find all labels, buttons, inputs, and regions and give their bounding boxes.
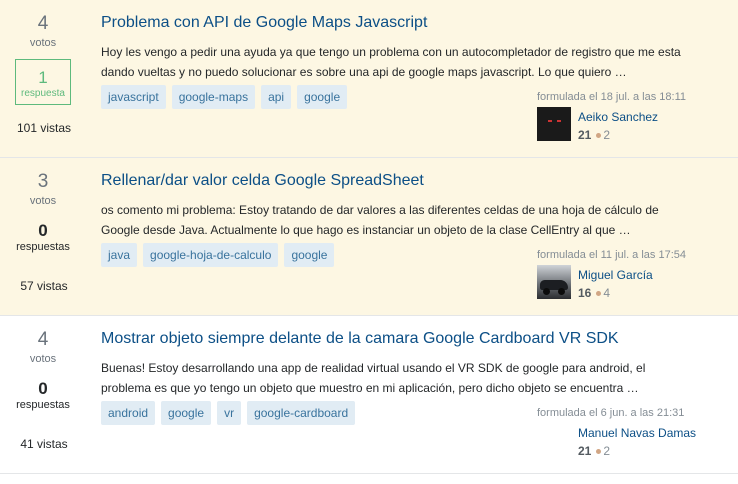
answer-count: 0: [38, 221, 48, 240]
bronze-badge-icon: [596, 448, 602, 454]
vote-label: votos: [29, 353, 57, 365]
tag-android[interactable]: android: [101, 401, 156, 425]
excerpt-line: problema es que yo tengo un objeto que m…: [101, 381, 639, 395]
bronze-badge-count: 2: [603, 128, 611, 142]
question-summary: 3 votos 0 respuestas 57 vistas Rellenar/…: [0, 158, 738, 316]
question-title-link[interactable]: Rellenar/dar valor celda Google SpreadSh…: [101, 172, 424, 190]
asked-info: formulada el 11 jul. a las 17:54 Miguel …: [537, 249, 727, 300]
user-reputation: 21 2: [578, 444, 610, 458]
bronze-badge-count: 2: [603, 444, 611, 458]
view-count: 57 vistas: [20, 279, 68, 293]
bronze-badge-count: 4: [603, 286, 611, 300]
user-reputation: 21 2: [578, 128, 610, 142]
vote-label: votos: [29, 195, 57, 207]
asked-timestamp: formulada el 18 jul. a las 18:11: [537, 91, 686, 103]
asked-info: formulada el 18 jul. a las 18:11 Aeiko S…: [537, 91, 727, 142]
excerpt-line: Hoy les vengo a pedir una ayuda ya que t…: [101, 45, 681, 59]
user-card: Miguel García 16 4: [537, 265, 737, 300]
question-summary: 4 votos 0 respuestas 41 vistas Mostrar o…: [0, 316, 738, 474]
reputation-score: 21: [578, 444, 592, 458]
question-excerpt: Buenas! Estoy desarrollando una app de r…: [101, 358, 713, 398]
reputation-score: 16: [578, 286, 592, 300]
vote-count: 4: [37, 329, 49, 350]
excerpt-line: dando vueltas y no puedo solucionar es s…: [101, 65, 627, 79]
tag-java[interactable]: java: [101, 243, 138, 267]
answer-count-box: 1 respuesta: [15, 59, 71, 105]
view-count: 101 vistas: [16, 121, 72, 135]
question-excerpt: Hoy les vengo a pedir una ayuda ya que t…: [101, 42, 713, 82]
vote-count: 3: [37, 171, 49, 192]
tag-google[interactable]: google: [284, 243, 335, 267]
tag-list: javascript google-maps api google: [101, 85, 348, 109]
tag-api[interactable]: api: [261, 85, 292, 109]
reputation-score: 21: [578, 128, 592, 142]
excerpt-line: Google desde Java. Actualmente lo que ha…: [101, 223, 631, 237]
answer-count-box: 0 respuestas: [0, 379, 86, 412]
view-count: 41 vistas: [20, 437, 68, 451]
answer-label: respuestas: [16, 399, 70, 411]
answer-label: respuesta: [21, 88, 65, 99]
tag-google-hoja-de-calculo[interactable]: google-hoja-de-calculo: [143, 243, 279, 267]
answer-count: 1: [38, 68, 48, 87]
tag-vr[interactable]: vr: [217, 401, 242, 425]
user-card: Aeiko Sanchez 21 2: [537, 107, 737, 142]
bronze-badge-icon: [596, 290, 602, 296]
answer-label: respuestas: [16, 241, 70, 253]
tag-google[interactable]: google: [297, 85, 348, 109]
avatar[interactable]: [537, 107, 571, 141]
question-summary: 4 votos 1 respuesta 101 vistas Problema …: [0, 0, 738, 158]
bronze-badge-icon: [596, 132, 602, 138]
tag-list: java google-hoja-de-calculo google: [101, 243, 335, 267]
excerpt-line: os comento mi problema: Estoy tratando d…: [101, 203, 659, 217]
answer-count: 0: [38, 379, 48, 398]
user-card: Manuel Navas Damas 21 2: [537, 423, 737, 458]
question-list: 4 votos 1 respuesta 101 vistas Problema …: [0, 0, 738, 474]
asked-timestamp: formulada el 11 jul. a las 17:54: [537, 249, 686, 261]
tag-google[interactable]: google: [161, 401, 212, 425]
user-name-link[interactable]: Miguel García: [578, 268, 653, 282]
tag-google-maps[interactable]: google-maps: [171, 85, 256, 109]
question-excerpt: os comento mi problema: Estoy tratando d…: [101, 200, 713, 240]
asked-timestamp: formulada el 6 jun. a las 21:31: [537, 407, 685, 419]
question-title-link[interactable]: Problema con API de Google Maps Javascri…: [101, 14, 427, 32]
excerpt-line: Buenas! Estoy desarrollando una app de r…: [101, 361, 646, 375]
vote-label: votos: [29, 37, 57, 49]
question-title-link[interactable]: Mostrar objeto siempre delante de la cam…: [101, 330, 619, 348]
vote-count: 4: [37, 13, 49, 34]
tag-javascript[interactable]: javascript: [101, 85, 166, 109]
user-name-link[interactable]: Manuel Navas Damas: [578, 426, 696, 440]
user-name-link[interactable]: Aeiko Sanchez: [578, 110, 658, 124]
tag-google-cardboard[interactable]: google-cardboard: [247, 401, 356, 425]
answer-count-box: 0 respuestas: [0, 221, 86, 254]
tag-list: android google vr google-cardboard: [101, 401, 356, 425]
avatar[interactable]: [537, 265, 571, 299]
user-reputation: 16 4: [578, 286, 610, 300]
asked-info: formulada el 6 jun. a las 21:31 Manuel N…: [537, 407, 727, 458]
